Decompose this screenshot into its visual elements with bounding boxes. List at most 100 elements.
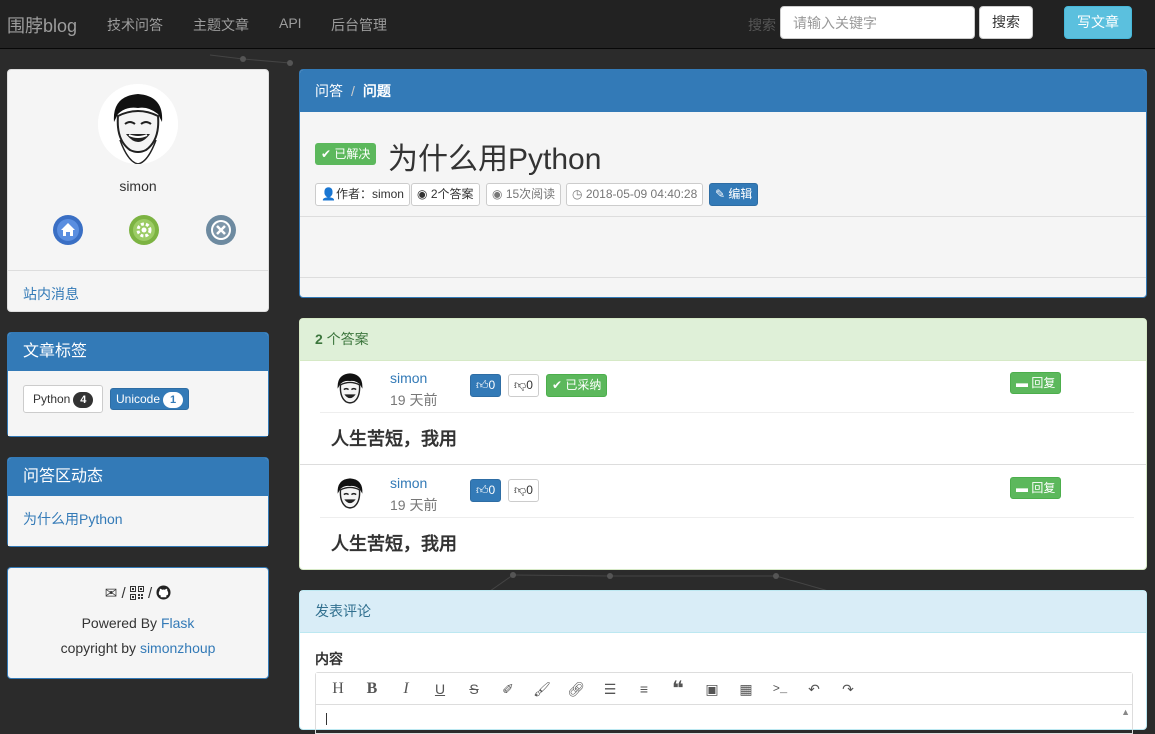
code-icon[interactable]: >_ [769, 678, 791, 700]
upvote-button[interactable]: 👍︎0 [470, 374, 502, 397]
markdown-editor[interactable]: H B I U S ✐ 🖌︎ 🔗︎ ☰ ≡ ❝ ▣ ▦ >_ ↶ ↷ ▲ [315, 672, 1133, 734]
settings-icon[interactable] [129, 215, 159, 245]
divider [8, 270, 268, 271]
upvote-count: 0 [488, 378, 496, 392]
copyright-prefix: copyright by [60, 640, 140, 656]
write-article-button[interactable]: 写文章 [1064, 6, 1132, 39]
check-icon: ✔ [552, 378, 563, 392]
site-messages-link[interactable]: 站内消息 [23, 284, 79, 304]
answer-username[interactable]: simon [390, 475, 427, 491]
qa-activity-item[interactable]: 为什么用Python [23, 509, 123, 529]
reply-button[interactable]: ▬ 回复 [1010, 372, 1062, 394]
answers-count: 2 [315, 331, 323, 347]
divider [300, 216, 1146, 217]
breadcrumb: 问答 / 问题 [300, 70, 1146, 112]
edit-button[interactable]: ✎ 编辑 [709, 183, 759, 206]
qrcode-icon[interactable] [129, 585, 148, 602]
brand-logo[interactable]: 围脖blog [7, 12, 77, 38]
adopted-badge[interactable]: ✔ 已采纳 [546, 374, 608, 397]
heading-icon[interactable]: H [327, 678, 349, 700]
avatar[interactable] [331, 474, 369, 518]
eye-icon: ◉ [417, 187, 428, 201]
reply-label: 回复 [1031, 481, 1056, 495]
powered-by-prefix: Powered By [81, 615, 161, 631]
profile-username[interactable]: simon [8, 178, 268, 194]
tag-count-badge: 4 [73, 392, 94, 408]
author-label: 作者：simon [335, 187, 404, 201]
question-panel: 问答 / 问题 ✔ 已解决 为什么用Python 👤作者：simon ◉ 2个答案 … [299, 69, 1147, 298]
question-title: 为什么用Python [388, 143, 602, 176]
quote-icon[interactable]: ❝ [667, 678, 689, 700]
upvote-button[interactable]: 👍︎0 [470, 479, 502, 502]
nav-link-tech-qa[interactable]: 技术问答 [107, 15, 163, 35]
tag-label: Python [33, 392, 71, 406]
breadcrumb-qa[interactable]: 问答 [315, 83, 343, 99]
link-icon[interactable]: 🔗︎ [565, 678, 587, 700]
underline-icon[interactable]: U [429, 678, 451, 700]
answer-item: simon 19 天前 👍︎0 👎︎0 ✔ 已采纳 ▬ 回复 人生苦短，我用 [300, 362, 1146, 467]
author-tag[interactable]: 👤作者：simon [315, 183, 410, 206]
italic-icon[interactable]: I [395, 678, 417, 700]
image-icon[interactable]: ▣ [701, 678, 723, 700]
mail-icon[interactable]: ✉ [105, 585, 118, 602]
footer-panel: ✉ / / Powered By Flask copyright by simo… [7, 567, 269, 679]
divider [300, 277, 1146, 278]
align-icon[interactable]: ≡ [633, 678, 655, 700]
reply-button[interactable]: ▬ 回复 [1010, 477, 1062, 499]
divider [320, 517, 1134, 518]
avatar[interactable] [331, 369, 369, 413]
downvote-count: 0 [526, 483, 533, 497]
footer-icons: ✉ / / [8, 584, 268, 602]
answers-count-tag: ◉ 2个答案 [411, 183, 480, 206]
thumbs-down-icon: 👎︎ [514, 378, 527, 392]
highlight-icon[interactable]: ✐ [497, 678, 519, 700]
nav-link-admin[interactable]: 后台管理 [331, 15, 387, 35]
comment-panel: 发表评论 内容 H B I U S ✐ 🖌︎ 🔗︎ ☰ ≡ ❝ ▣ ▦ >_ ↶… [299, 590, 1147, 734]
edit-icon: ✎ [715, 187, 726, 201]
answer-username[interactable]: simon [390, 370, 427, 386]
check-icon: ✔ [321, 147, 332, 161]
eye-icon: ◉ [492, 187, 503, 201]
text-cursor [326, 713, 327, 725]
tag-count-badge: 1 [163, 392, 184, 408]
thumbs-up-icon: 👍︎ [476, 378, 489, 392]
edit-label: 编辑 [728, 187, 753, 201]
tag-label: Unicode [116, 392, 161, 406]
search-button[interactable]: 搜索 [979, 6, 1033, 39]
content-label: 内容 [315, 651, 343, 667]
nav-link-articles[interactable]: 主题文章 [193, 15, 249, 35]
table-icon[interactable]: ▦ [735, 678, 757, 700]
bold-icon[interactable]: B [361, 678, 383, 700]
downvote-button[interactable]: 👎︎0 [508, 479, 539, 502]
redo-icon[interactable]: ↷ [837, 678, 859, 700]
divider [300, 464, 1146, 465]
answers-count-label: 2个答案 [430, 187, 474, 201]
thumbs-down-icon: 👎︎ [514, 483, 527, 497]
tags-panel: 文章标签 Python 4 Unicode 1 [7, 332, 269, 437]
close-icon[interactable] [206, 215, 236, 245]
author-link[interactable]: simonzhoup [140, 640, 216, 656]
separator: / [147, 585, 153, 602]
time-tag: ◷ 2018-05-09 04:40:28 [566, 183, 704, 206]
tag-unicode[interactable]: Unicode 1 [110, 388, 190, 410]
home-icon[interactable] [53, 215, 83, 245]
flask-link[interactable]: Flask [161, 615, 194, 631]
answers-header: 2 个答案 [300, 319, 1146, 361]
separator: / [121, 585, 126, 602]
scroll-up-icon[interactable]: ▲ [1121, 707, 1130, 717]
strikethrough-icon[interactable]: S [463, 678, 485, 700]
reply-label: 回复 [1031, 376, 1056, 390]
list-icon[interactable]: ☰ [599, 678, 621, 700]
upvote-count: 0 [488, 483, 496, 497]
downvote-button[interactable]: 👎︎0 [508, 374, 539, 397]
tag-python[interactable]: Python 4 [23, 385, 104, 413]
github-icon[interactable] [156, 585, 171, 602]
nav-link-api[interactable]: API [279, 15, 302, 31]
answer-time: 19 天前 [390, 392, 438, 408]
qa-activity-panel: 问答区动态 为什么用Python [7, 457, 269, 547]
search-input[interactable] [780, 6, 975, 39]
avatar[interactable] [98, 84, 178, 164]
brush-icon[interactable]: 🖌︎ [531, 678, 553, 700]
powered-by-text: Powered By Flask [8, 615, 268, 631]
undo-icon[interactable]: ↶ [803, 678, 825, 700]
